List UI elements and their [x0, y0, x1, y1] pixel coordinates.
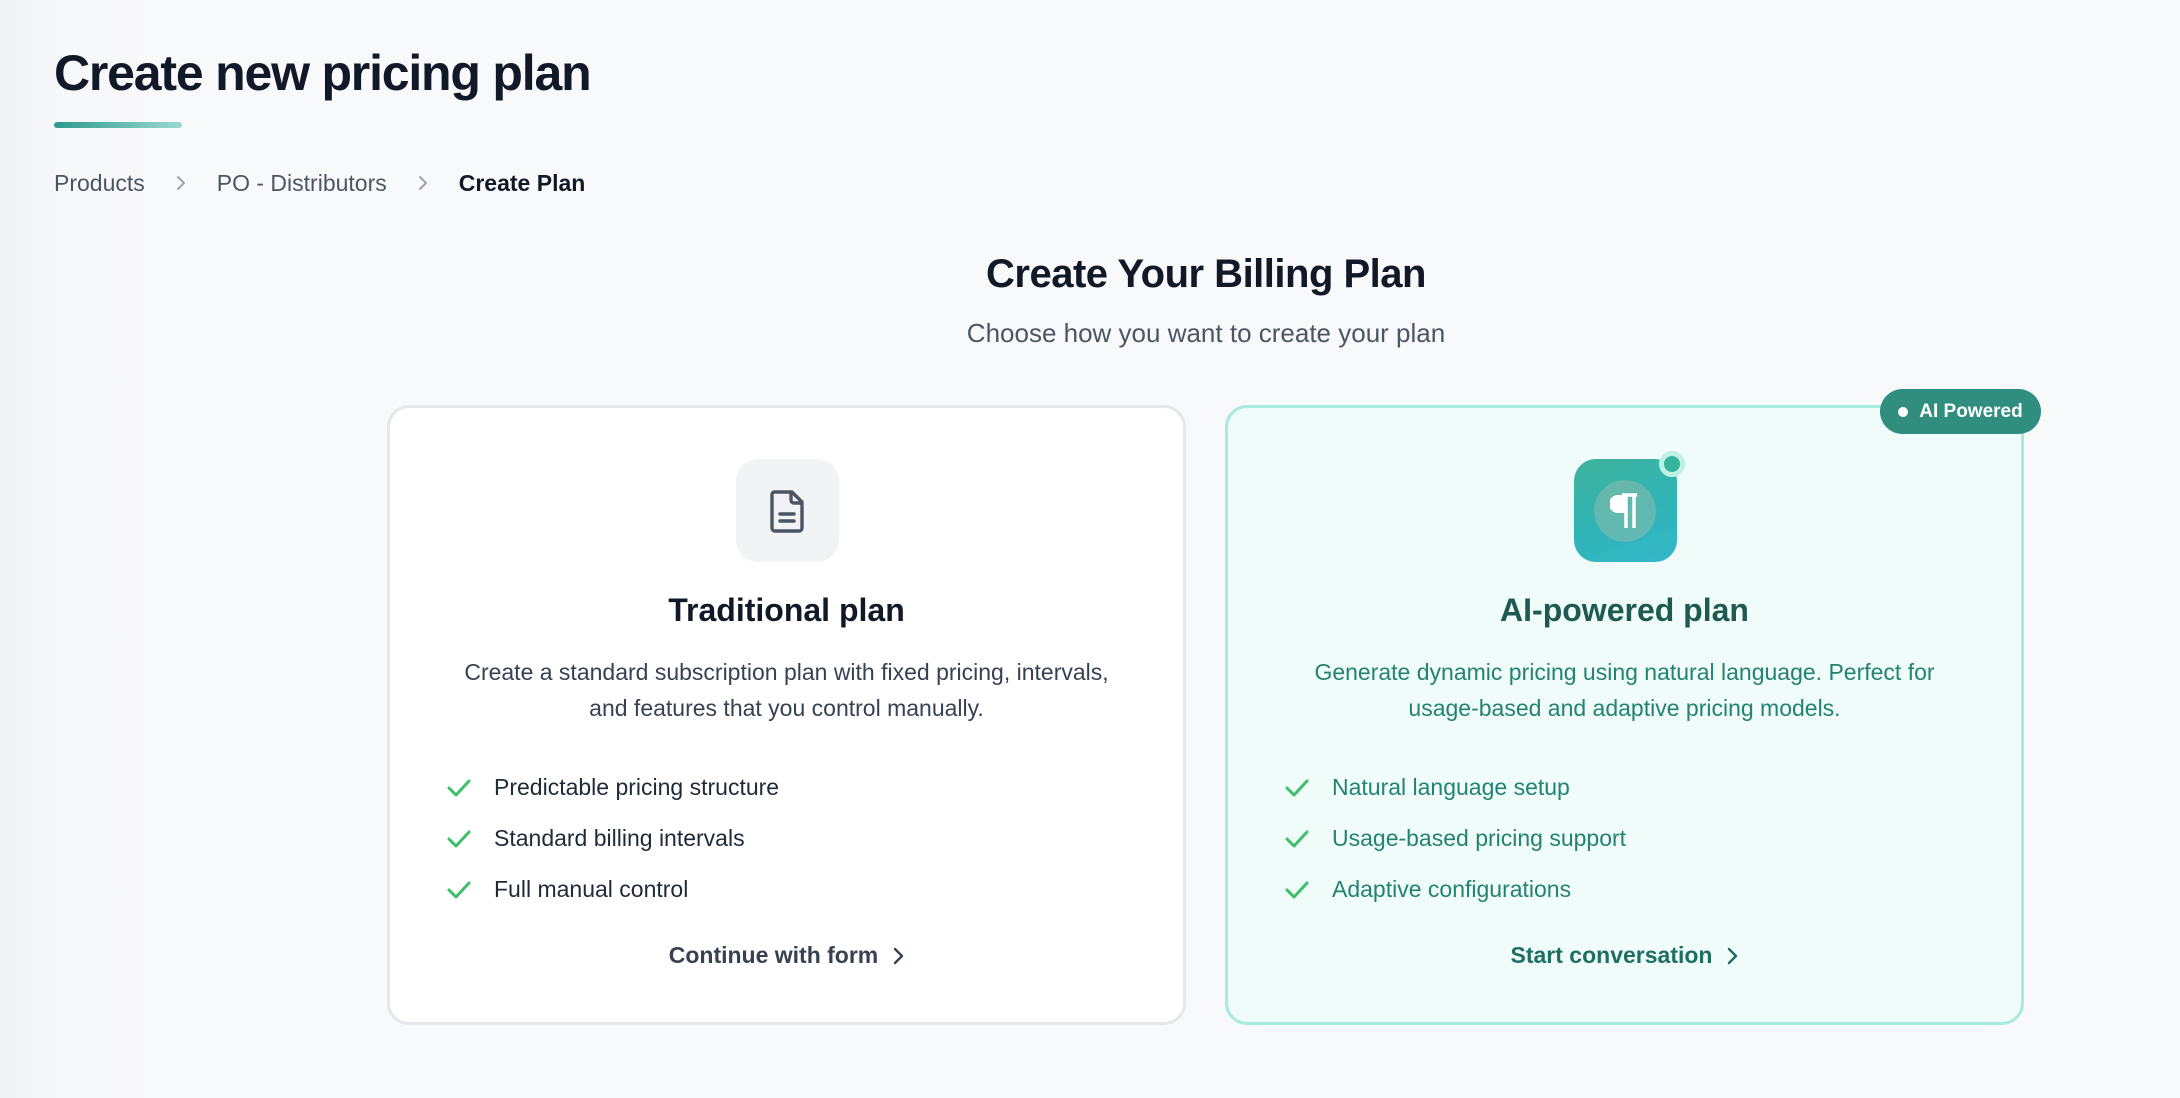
ai-plan-card[interactable]: AI-powered plan Generate dynamic pricing…	[1225, 405, 2024, 1025]
pilcrow-icon	[1594, 479, 1656, 542]
feature-label: Adaptive configurations	[1332, 876, 1572, 902]
chevron-right-icon	[387, 175, 459, 191]
start-conversation-label: Start conversation	[1510, 942, 1713, 968]
page-title: Create new pricing plan	[54, 45, 592, 101]
feature-label: Standard billing intervals	[494, 825, 745, 851]
feature-item: Natural language setup	[1283, 762, 1626, 813]
breadcrumb-current: Create Plan	[458, 169, 586, 196]
feature-label: Usage-based pricing support	[1332, 825, 1627, 851]
ai-plan-icon-box	[1573, 451, 1685, 562]
feature-item: Full manual control	[445, 864, 779, 915]
chevron-right-icon	[894, 947, 904, 964]
ai-powered-badge-label: AI Powered	[1919, 400, 2023, 422]
feature-item: Usage-based pricing support	[1283, 813, 1626, 864]
continue-with-form-button[interactable]: Continue with form	[390, 942, 1183, 969]
section-heading: Create Your Billing Plan	[986, 252, 1426, 296]
ai-plan-title: AI-powered plan	[1500, 592, 1749, 628]
ai-powered-badge: AI Powered	[1880, 389, 2041, 434]
traditional-plan-card[interactable]: Traditional plan Create a standard subsc…	[387, 405, 1186, 1025]
status-dot-icon	[1658, 451, 1685, 477]
breadcrumb-po-distributors[interactable]: PO - Distributors	[217, 170, 387, 197]
check-icon	[447, 779, 471, 796]
check-icon	[447, 830, 471, 847]
traditional-plan-features: Predictable pricing structure Standard b…	[445, 762, 779, 915]
document-icon	[735, 459, 839, 562]
title-underline	[54, 122, 182, 128]
feature-item: Adaptive configurations	[1283, 864, 1626, 915]
traditional-plan-title: Traditional plan	[668, 592, 905, 628]
badge-dot-icon	[1898, 406, 1909, 417]
breadcrumb: Products PO - Distributors Create Plan	[54, 168, 585, 198]
check-icon	[447, 881, 471, 898]
ai-plan-features: Natural language setup Usage-based prici…	[1283, 762, 1626, 915]
ai-plan-description: Generate dynamic pricing using natural l…	[1314, 659, 1935, 721]
check-icon	[1285, 779, 1309, 796]
section-subheading: Choose how you want to create your plan	[966, 318, 1446, 348]
continue-with-form-label: Continue with form	[668, 942, 879, 968]
chevron-right-icon	[1728, 947, 1738, 964]
chevron-right-icon	[145, 175, 217, 191]
feature-item: Standard billing intervals	[445, 813, 779, 864]
feature-item: Predictable pricing structure	[445, 762, 779, 813]
feature-label: Full manual control	[494, 876, 689, 902]
feature-label: Predictable pricing structure	[494, 774, 780, 800]
traditional-plan-description: Create a standard subscription plan with…	[464, 659, 1109, 721]
check-icon	[1285, 881, 1309, 898]
breadcrumb-products[interactable]: Products	[54, 170, 145, 197]
feature-label: Natural language setup	[1332, 774, 1570, 800]
start-conversation-button[interactable]: Start conversation	[1228, 942, 2021, 969]
check-icon	[1285, 830, 1309, 847]
